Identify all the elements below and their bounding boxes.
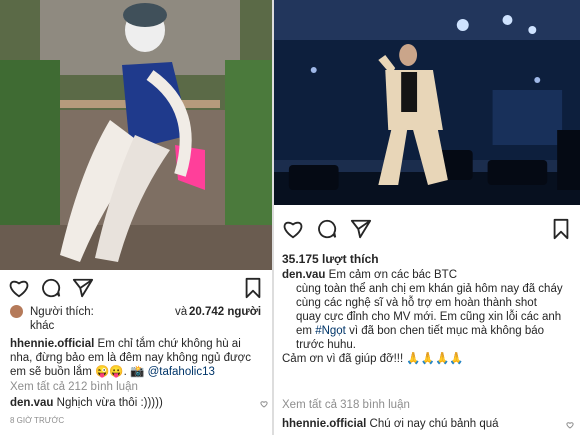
post-time: 8 GIỜ TRƯỚC	[10, 416, 65, 425]
comment-heart-icon[interactable]	[566, 421, 574, 429]
post-photo-right[interactable]	[274, 0, 580, 205]
view-all-comments[interactable]: Xem tất cả 212 bình luận	[10, 380, 138, 394]
comment-user[interactable]: hhennie.official	[282, 418, 366, 430]
comment-user[interactable]: den.vau	[10, 397, 53, 409]
caption-line-1: Em cảm ơn các bác BTC	[328, 269, 457, 281]
caption-right: den.vau Em cảm ơn các bác BTC	[282, 268, 572, 282]
comment-icon[interactable]	[316, 218, 338, 240]
caption-body: cùng toàn thể anh chị em khán giả hôm na…	[282, 282, 565, 352]
likes-name[interactable]: khác	[30, 319, 54, 333]
right-actions	[282, 218, 572, 240]
right-post: 35.175 lượt thích den.vau Em cảm ơn các …	[272, 0, 580, 435]
caption-line-4: Cảm ơn vì đã giúp đỡ!!! 🙏🙏🙏🙏	[282, 353, 464, 365]
view-all-comments[interactable]: Xem tất cả 318 bình luận	[282, 398, 410, 412]
bookmark-icon[interactable]	[242, 277, 264, 299]
share-icon[interactable]	[72, 277, 94, 299]
comment-text: Nghịch vừa thôi :)))))	[56, 397, 163, 409]
heart-icon[interactable]	[282, 218, 304, 240]
likes-count[interactable]: 35.175 lượt thích	[282, 252, 379, 266]
post-photo-left[interactable]	[0, 0, 272, 270]
comment-icon[interactable]	[40, 277, 62, 299]
likes-count[interactable]: 20.742 người	[189, 305, 261, 319]
caption-user[interactable]: hhennie.official	[10, 338, 94, 350]
caption-user[interactable]: den.vau	[282, 269, 325, 281]
left-actions	[8, 277, 264, 299]
left-post: Người thích: khác và 20.742 người hhenni…	[0, 0, 272, 435]
bookmark-icon[interactable]	[550, 218, 572, 240]
heart-icon[interactable]	[8, 277, 30, 299]
comment-row: hhennie.official Chú ơi nay chú bảnh quá	[282, 417, 552, 431]
caption-left: hhennie.official Em chỉ tắm chứ không hù…	[10, 337, 265, 379]
comment-text: Chú ơi nay chú bảnh quá	[369, 418, 499, 430]
liker-avatar[interactable]	[10, 305, 23, 318]
share-icon[interactable]	[350, 218, 372, 240]
likes-and: và	[175, 306, 188, 318]
likes-prefix: Người thích:	[30, 306, 94, 318]
comment-heart-icon[interactable]	[260, 400, 268, 408]
caption-tag[interactable]: #Ngọt	[315, 325, 346, 337]
caption-tag[interactable]: @tafaholic13	[148, 366, 215, 378]
comment-row: den.vau Nghịch vừa thôi :)))))	[10, 396, 245, 410]
